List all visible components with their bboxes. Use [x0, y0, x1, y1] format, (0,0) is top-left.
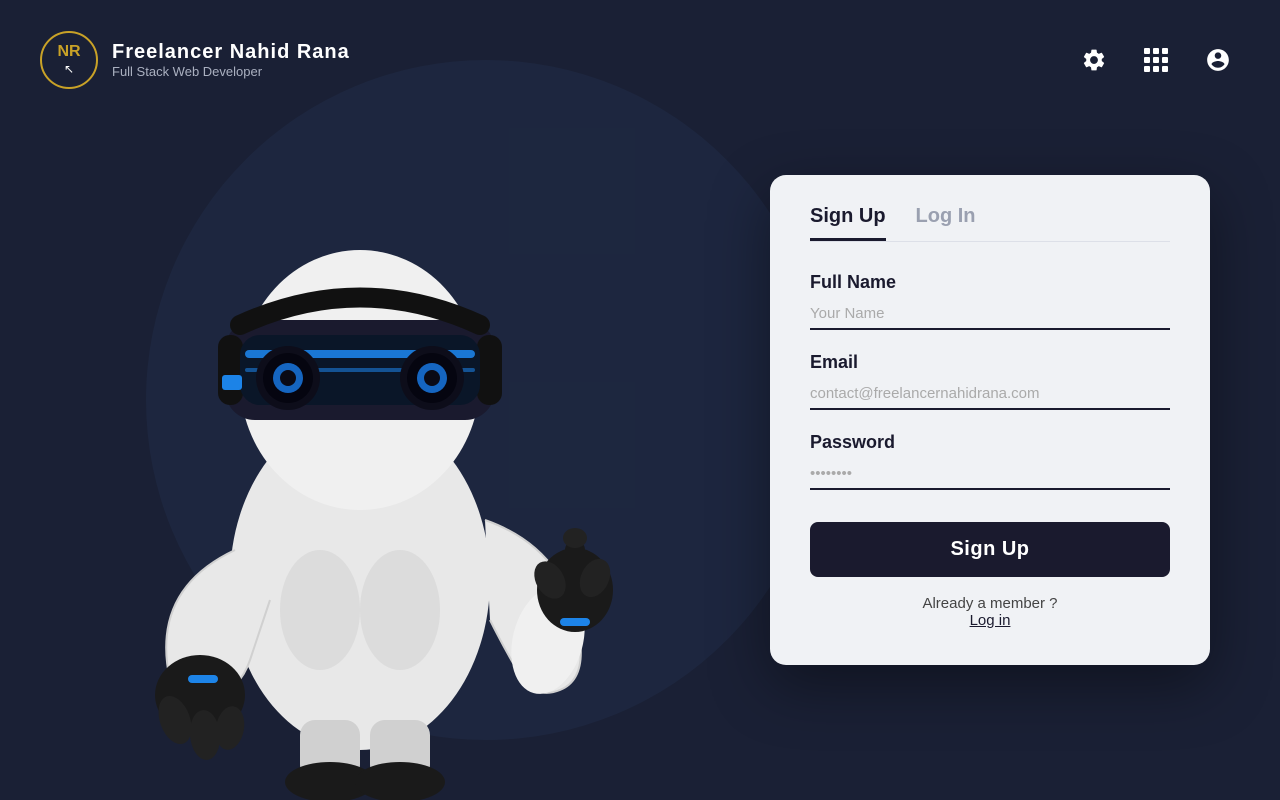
- email-group: Email: [810, 352, 1170, 410]
- password-group: Password: [810, 432, 1170, 490]
- profile-icon: [1205, 47, 1231, 73]
- header: NR ↖ Freelancer Nahid Rana Full Stack We…: [0, 0, 1280, 120]
- signup-button[interactable]: Sign Up: [810, 522, 1170, 577]
- email-label: Email: [810, 352, 1170, 373]
- already-member-text: Already a member ? Log in: [810, 595, 1170, 629]
- settings-button[interactable]: [1072, 38, 1116, 82]
- robot-area: [20, 100, 700, 800]
- header-icons: [1072, 38, 1240, 82]
- already-text: Already a member ?: [922, 595, 1057, 612]
- logo-title: Freelancer Nahid Rana: [112, 41, 350, 64]
- gear-icon: [1081, 47, 1107, 73]
- robot-illustration: [70, 120, 650, 800]
- tabs: Sign Up Log In: [810, 205, 1170, 242]
- profile-button[interactable]: [1196, 38, 1240, 82]
- password-label: Password: [810, 432, 1170, 453]
- logo-subtitle: Full Stack Web Developer: [112, 64, 350, 79]
- logo-initials: NR: [57, 44, 80, 60]
- logo-badge: NR ↖: [40, 31, 98, 89]
- full-name-group: Full Name: [810, 272, 1170, 330]
- logo-text: Freelancer Nahid Rana Full Stack Web Dev…: [112, 41, 350, 79]
- password-input[interactable]: [810, 459, 1170, 490]
- login-link[interactable]: Log in: [970, 612, 1011, 629]
- grid-icon: [1144, 48, 1168, 72]
- tab-signup[interactable]: Sign Up: [810, 205, 886, 241]
- logo-cursor: ↖: [64, 62, 74, 76]
- email-input[interactable]: [810, 379, 1170, 410]
- logo-area: NR ↖ Freelancer Nahid Rana Full Stack We…: [40, 31, 350, 89]
- full-name-input[interactable]: [810, 299, 1170, 330]
- form-card: Sign Up Log In Full Name Email Password …: [770, 175, 1210, 665]
- full-name-label: Full Name: [810, 272, 1170, 293]
- tab-login[interactable]: Log In: [916, 205, 976, 241]
- grid-button[interactable]: [1134, 38, 1178, 82]
